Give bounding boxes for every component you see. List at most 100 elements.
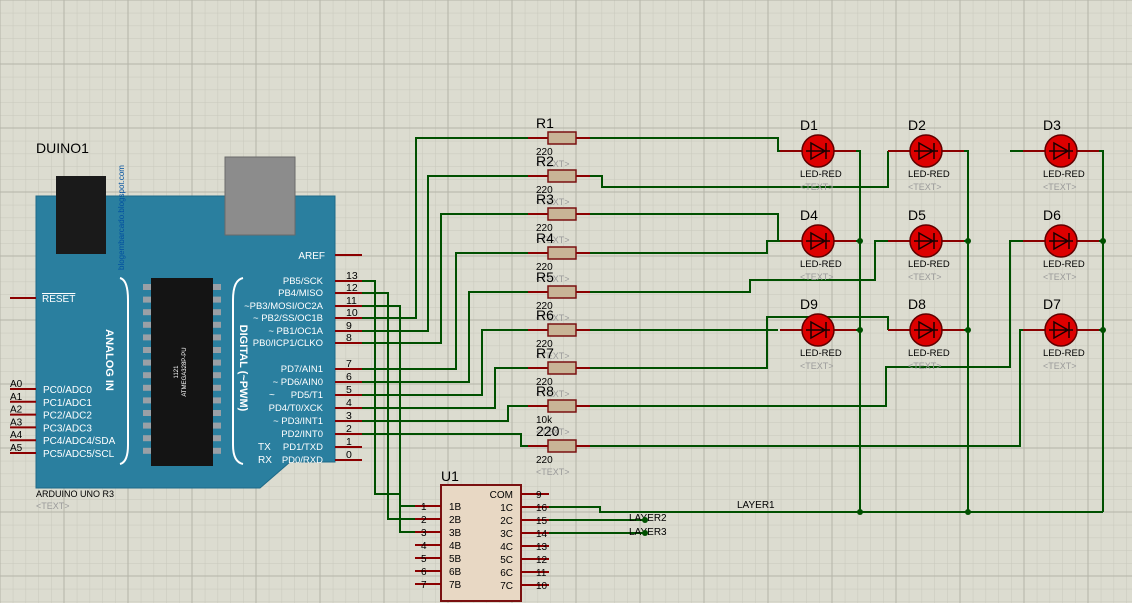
led-type: LED-RED — [908, 259, 950, 270]
chip-pin-left — [143, 384, 151, 391]
junction-dot — [965, 509, 971, 515]
ic-right-pin-num: 11 — [536, 568, 547, 579]
led-type: LED-RED — [908, 348, 950, 359]
digital-pin-name: ~ PB1/OC1A — [268, 326, 323, 337]
ic-right-pin-num: 13 — [536, 542, 548, 553]
ic-right-pin-num: 15 — [536, 516, 548, 527]
led-ref: D8 — [908, 296, 926, 312]
ic-left-pin-name: 5B — [449, 554, 462, 565]
resistor-body — [547, 439, 577, 453]
digital-pin-name: PB0/ICP1/CLKO — [253, 338, 323, 349]
resistor-body — [547, 169, 577, 183]
analog-pin-ext: A5 — [10, 443, 23, 454]
arduino-name: ARDUINO UNO R3 — [36, 489, 114, 499]
chip-pin-right — [213, 284, 221, 290]
resistor-ref: R8 — [536, 383, 554, 399]
chip-pin-right — [213, 447, 221, 454]
ic-left-pin-name: 7B — [449, 580, 462, 591]
rx-label: RX — [258, 455, 272, 466]
led-ref: D9 — [800, 296, 818, 312]
reset-label: RESET — [42, 294, 75, 305]
chip-pin-right — [213, 334, 221, 341]
arduino-ref: DUINO1 — [36, 140, 89, 156]
chip-pin-left — [143, 334, 151, 341]
analog-pin-ext: A3 — [10, 417, 23, 428]
arduino-component[interactable]: DUINO1 blogembarcado.blogspot.com ATMEGA… — [10, 140, 362, 511]
chip-pin-left — [143, 321, 151, 328]
analog-pin-ext: A0 — [10, 379, 23, 390]
usb-connector — [224, 156, 296, 236]
analog-pin-name: PC5/ADC5/SCL — [43, 449, 115, 460]
tx-label: TX — [258, 442, 271, 453]
chip-pin-right — [213, 372, 221, 379]
digital-pin-num: 3 — [346, 410, 352, 422]
ic-right-pin-name: 7C — [500, 581, 513, 592]
digital-pin-num: 1 — [346, 436, 352, 448]
net-label-layer2: LAYER2 — [629, 513, 667, 524]
ic-ref: U1 — [441, 468, 459, 484]
chip-pin-right — [213, 296, 221, 303]
analog-pin-name: PC1/ADC1 — [43, 398, 92, 409]
digital-pin-name: ~PB3/MOSI/OC2A — [244, 301, 324, 312]
resistor-value: 220 — [536, 455, 553, 466]
schematic-canvas[interactable]: DUINO1 blogembarcado.blogspot.com ATMEGA… — [0, 0, 1132, 603]
ic-left-pin-num: 5 — [421, 554, 427, 565]
analog-pin-ext: A1 — [10, 392, 23, 403]
digital-pin-name: PB5/SCK — [283, 276, 324, 287]
chip-pin-right — [213, 309, 221, 316]
resistor-placeholder: <TEXT> — [536, 467, 570, 477]
junction-dot — [965, 327, 971, 333]
led-ref: D3 — [1043, 117, 1061, 133]
analog-pin-ext: A2 — [10, 405, 23, 416]
resistor-body — [547, 399, 577, 413]
power-jack — [56, 176, 106, 254]
ic-right-pin-name: 5C — [500, 555, 513, 566]
ic-right-pin-name: 1C — [500, 503, 513, 514]
digital-pin-name: PD1/TXD — [283, 442, 323, 453]
chip-pin-right — [213, 347, 221, 353]
digital-pin-name: ~ PD3/INT1 — [273, 416, 323, 427]
junction-dot — [642, 530, 648, 536]
chip-pin-right — [213, 359, 221, 366]
ic-right-pin-name: 6C — [500, 568, 513, 579]
resistor-ref: R6 — [536, 307, 554, 323]
digital-pin-num: 8 — [346, 332, 352, 344]
chip-pin-left — [143, 422, 151, 429]
digital-pin-num: 11 — [346, 295, 357, 307]
led-type: LED-RED — [800, 348, 842, 359]
digital-title: DIGITAL (~PWM) — [237, 325, 249, 412]
ic-left-pin-name: 4B — [449, 541, 462, 552]
resistor-body — [547, 323, 577, 337]
digital-pin-name: PD7/AIN1 — [281, 364, 323, 375]
digital-pin-name: PD5/T1 — [291, 390, 323, 401]
led-type: LED-RED — [1043, 169, 1085, 180]
digital-pin-num: 2 — [346, 423, 352, 435]
junction-dot — [1100, 238, 1106, 244]
ic-left-pin-name: 3B — [449, 528, 462, 539]
led-ref: D7 — [1043, 296, 1061, 312]
led-placeholder: <TEXT> — [908, 361, 942, 371]
digital-pin-num: 6 — [346, 371, 352, 383]
chip-pin-right — [213, 384, 221, 391]
digital-pin-num: 9 — [346, 320, 352, 332]
digital-pin-name: PB4/MISO — [278, 288, 323, 299]
analog-title: ANALOG IN — [103, 329, 115, 391]
led-ref: D5 — [908, 207, 926, 223]
resistor-body — [547, 207, 577, 221]
ic-left-pin-num: 7 — [421, 580, 427, 591]
ic-right-pin-num: 16 — [536, 503, 548, 514]
chip-pin-right — [213, 435, 221, 442]
led-type: LED-RED — [1043, 348, 1085, 359]
resistor-ref: R4 — [536, 230, 554, 246]
pwm-tilde: ~ — [269, 390, 275, 401]
resistor-body — [547, 361, 577, 375]
ic-left-pin-name: 6B — [449, 567, 462, 578]
digital-pin-num: 7 — [346, 358, 352, 370]
resistor-ref: R3 — [536, 191, 554, 207]
resistor-body — [547, 131, 577, 145]
junction-dot — [857, 238, 863, 244]
led-type: LED-RED — [908, 169, 950, 180]
blog-text: blogembarcado.blogspot.com — [117, 165, 126, 270]
analog-pin-ext: A4 — [10, 430, 23, 441]
chip-pin-left — [143, 435, 151, 442]
